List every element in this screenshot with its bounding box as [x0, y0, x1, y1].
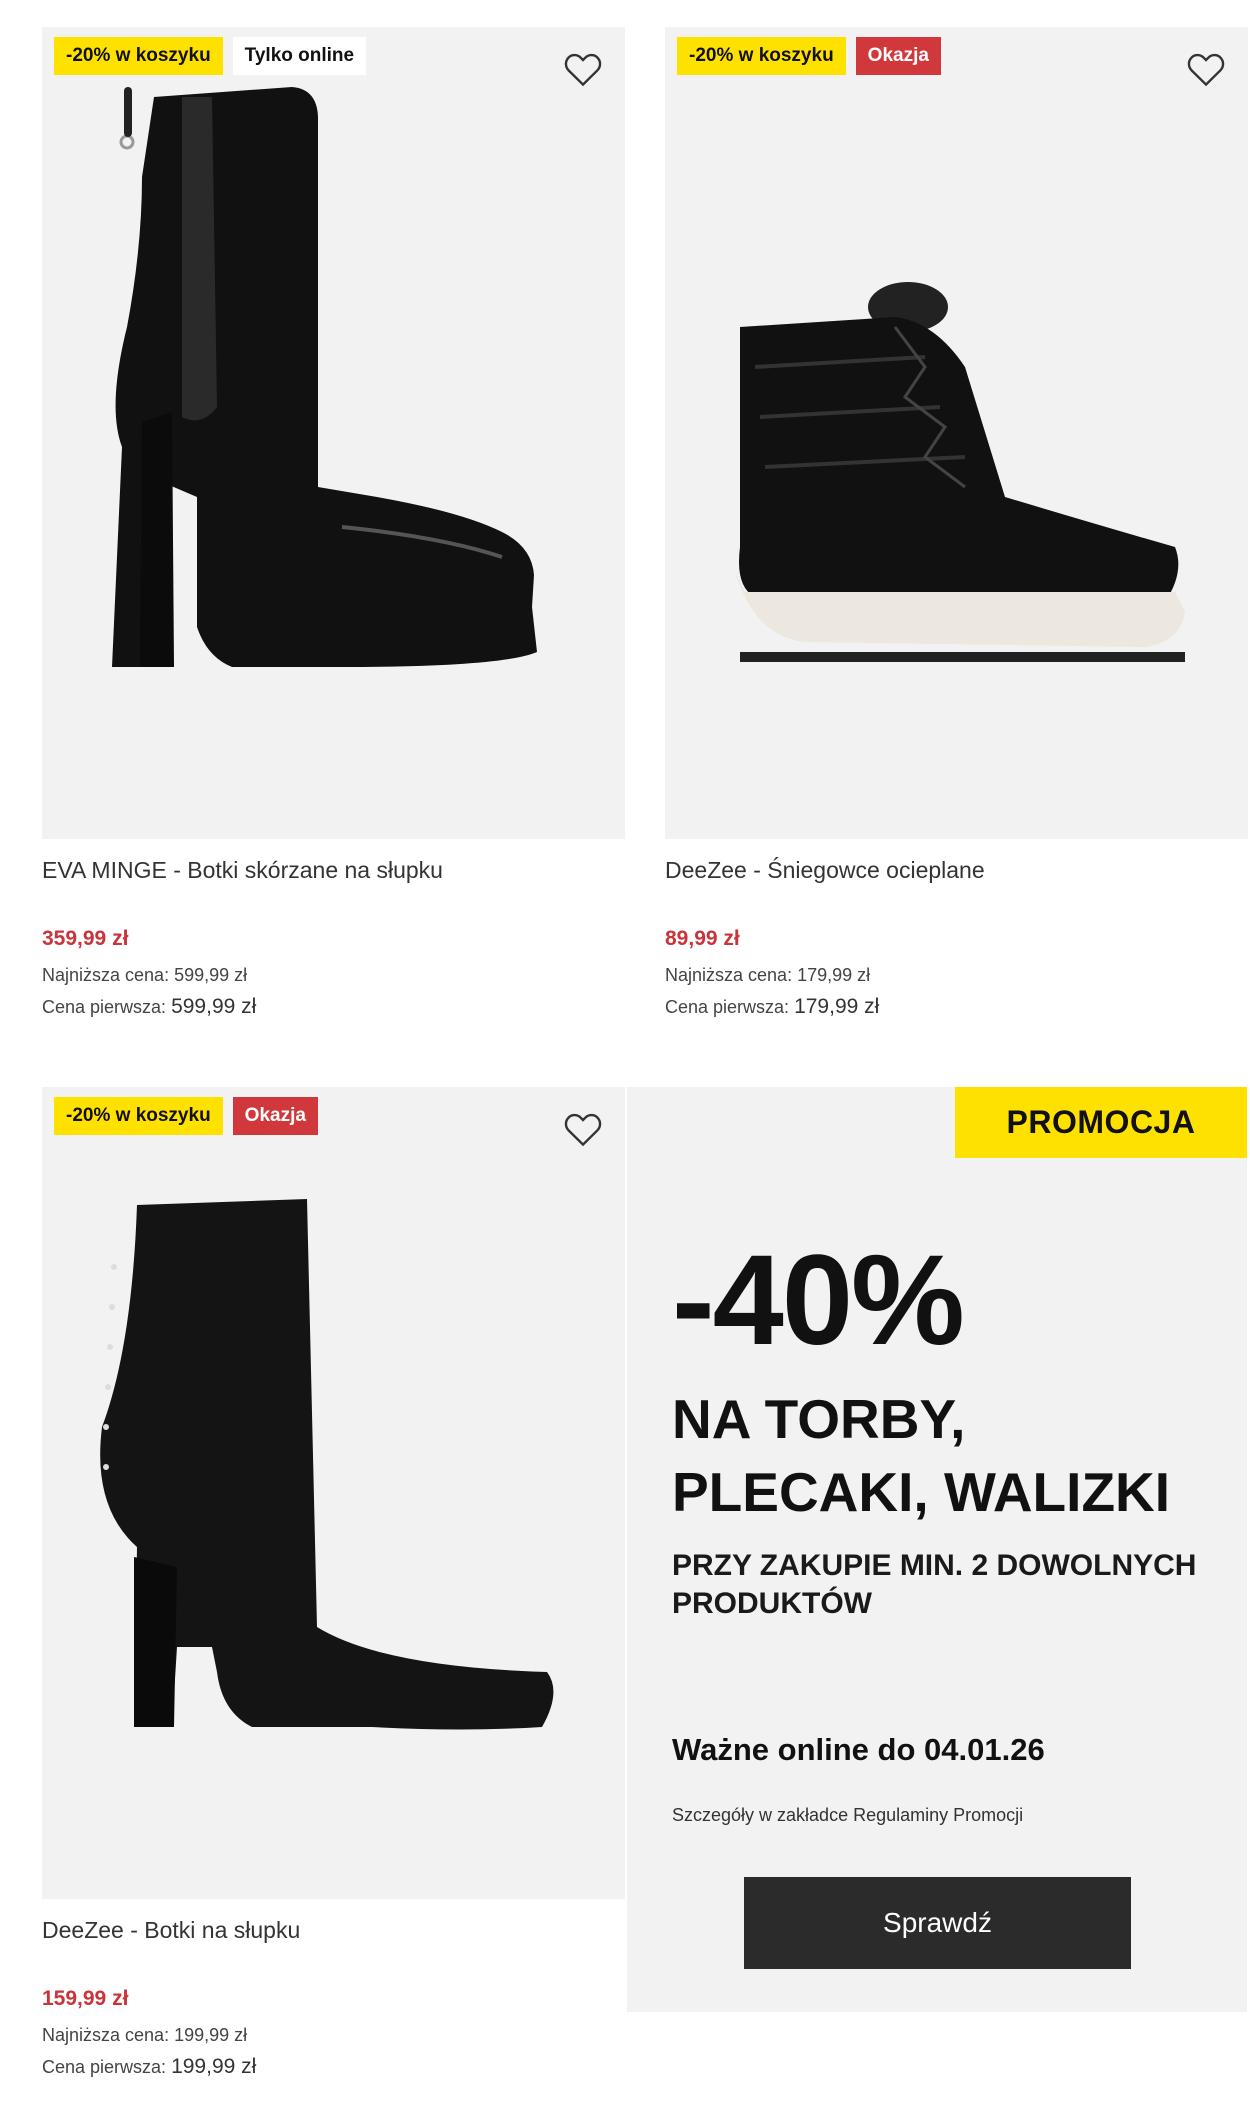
discount-badge: -20% w koszyku — [54, 37, 223, 75]
heart-icon[interactable] — [561, 1107, 605, 1151]
discount-badge: -20% w koszyku — [54, 1097, 223, 1135]
lowest-price: Najniższa cena: 179,99 zł — [665, 965, 1248, 987]
promo-discount: -40% — [672, 1229, 965, 1372]
block-heel-boot-image — [100, 1199, 554, 1730]
badge-group: -20% w koszyku Okazja — [54, 1097, 318, 1135]
lowest-price-value: 599,99 zł — [174, 965, 248, 985]
heart-icon[interactable] — [1184, 47, 1228, 91]
first-price: Cena pierwsza: 599,99 zł — [42, 995, 625, 1018]
lowest-price: Najniższa cena: 199,99 zł — [42, 2025, 625, 2047]
snow-boot-image — [735, 282, 1185, 662]
promo-line-2: PLECAKI, WALIZKI — [672, 1461, 1171, 1523]
heart-icon[interactable] — [561, 47, 605, 91]
deal-badge: Okazja — [232, 1097, 318, 1135]
first-price: Cena pierwsza: 199,99 zł — [42, 2055, 625, 2078]
product-card[interactable]: -20% w koszyku Okazja DeeZee - Botki na … — [42, 1087, 625, 2078]
first-price-value: 179,99 zł — [794, 995, 880, 1018]
badge-group: -20% w koszyku Tylko online — [54, 37, 367, 75]
check-button[interactable]: Sprawdź — [744, 1877, 1131, 1969]
online-only-badge: Tylko online — [232, 37, 367, 75]
promo-tag: PROMOCJA — [955, 1087, 1247, 1158]
discount-badge: -20% w koszyku — [677, 37, 846, 75]
promo-line-1: NA TORBY, — [672, 1388, 966, 1450]
lowest-price-value: 179,99 zł — [797, 965, 871, 985]
product-card[interactable]: -20% w koszyku Okazja DeeZee - Śniegowce… — [665, 27, 1248, 1018]
promo-details: Szczegóły w zakładce Regulaminy Promocji — [672, 1805, 1024, 1825]
first-price-value: 599,99 zł — [171, 995, 257, 1018]
product-price: 89,99 zł — [665, 927, 740, 950]
first-price-label: Cena pierwsza: — [42, 2057, 167, 2077]
first-price: Cena pierwsza: 179,99 zł — [665, 995, 1248, 1018]
product-card[interactable]: -20% w koszyku Tylko online EVA MINGE - … — [42, 27, 625, 1018]
product-title[interactable]: DeeZee - Botki na słupku — [42, 1917, 625, 1947]
product-image[interactable]: -20% w koszyku Okazja — [42, 1087, 625, 1899]
product-price: 359,99 zł — [42, 927, 129, 950]
first-price-value: 199,99 zł — [171, 2055, 257, 2078]
promo-validity: Ważne online do 04.01.26 — [672, 1732, 1045, 1767]
product-title[interactable]: EVA MINGE - Botki skórzane na słupku — [42, 857, 625, 887]
lowest-price-label: Najniższa cena: — [42, 2025, 170, 2045]
product-price: 159,99 zł — [42, 1987, 129, 2010]
product-title[interactable]: DeeZee - Śniegowce ocieplane — [665, 857, 1248, 887]
lowest-price-label: Najniższa cena: — [665, 965, 793, 985]
deal-badge: Okazja — [855, 37, 941, 75]
promo-banner[interactable]: PROMOCJA -40% NA TORBY, PLECAKI, WALIZKI… — [627, 1087, 1247, 2012]
first-price-label: Cena pierwsza: — [42, 997, 167, 1017]
promo-subtitle: PRZY ZAKUPIE MIN. 2 DOWOLNYCH PRODUKTÓW — [672, 1549, 1197, 1620]
product-image[interactable]: -20% w koszyku Okazja — [665, 27, 1248, 839]
lowest-price: Najniższa cena: 599,99 zł — [42, 965, 625, 987]
badge-group: -20% w koszyku Okazja — [677, 37, 941, 75]
first-price-label: Cena pierwsza: — [665, 997, 790, 1017]
lowest-price-value: 199,99 zł — [174, 2025, 248, 2045]
platform-boot-image — [112, 87, 537, 667]
product-image[interactable]: -20% w koszyku Tylko online — [42, 27, 625, 839]
lowest-price-label: Najniższa cena: — [42, 965, 170, 985]
